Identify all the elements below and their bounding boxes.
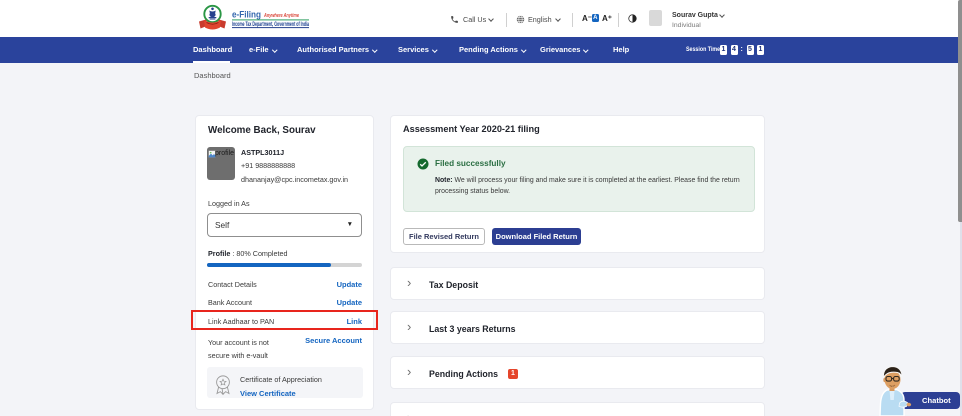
svg-text:Anywhere Anytime: Anywhere Anytime: [263, 13, 299, 19]
svg-text:Income Tax Department, Governm: Income Tax Department, Government of Ind…: [232, 21, 309, 28]
svg-text:e-Filing: e-Filing: [232, 10, 261, 21]
